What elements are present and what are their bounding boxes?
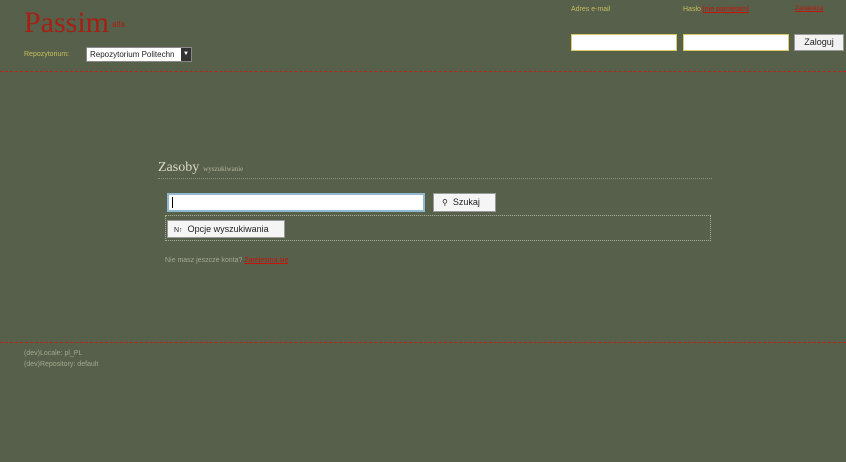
login-button[interactable]: Zaloguj bbox=[794, 34, 844, 51]
repository-label: Repozytorium: bbox=[24, 51, 70, 58]
search-options-label: Opcje wyszukiwania bbox=[187, 224, 269, 234]
text-caret bbox=[172, 197, 173, 208]
search-button[interactable]: ⚲ Szukaj bbox=[433, 193, 496, 212]
password-label: Hasło [nie pamiętam] bbox=[683, 6, 749, 13]
password-label-text: Hasło bbox=[683, 6, 701, 13]
page-title-text: Zasoby bbox=[158, 160, 200, 175]
email-field[interactable] bbox=[571, 34, 677, 51]
chevron-down-icon[interactable]: ▼ bbox=[181, 48, 191, 61]
sort-icon: N↑ bbox=[174, 227, 183, 234]
footer-locale: (dev)Locale: pl_PL bbox=[24, 350, 83, 357]
register-top-link[interactable]: Zarejestruj bbox=[795, 6, 823, 12]
no-account-message: Nie masz jeszcze konta? Zarejestruj się bbox=[165, 257, 288, 264]
forgot-password-link[interactable]: [nie pamiętam] bbox=[703, 6, 749, 13]
password-field[interactable] bbox=[683, 34, 789, 51]
logo-text: Passim bbox=[24, 6, 110, 39]
footer-divider bbox=[0, 342, 846, 343]
logo[interactable]: Passim alfa bbox=[24, 8, 125, 38]
page-title: Zasoby wyszukiwanie bbox=[158, 160, 243, 176]
page-subtitle: wyszukiwanie bbox=[203, 165, 244, 173]
header-divider bbox=[0, 71, 846, 72]
logo-badge: alfa bbox=[112, 20, 125, 29]
search-input[interactable] bbox=[167, 193, 425, 212]
register-link[interactable]: Zarejestruj się bbox=[244, 257, 288, 264]
search-icon: ⚲ bbox=[442, 198, 448, 207]
search-button-label: Szukaj bbox=[452, 197, 480, 207]
footer-repository: (dev)Repository: default bbox=[24, 361, 99, 368]
email-label: Adres e-mail bbox=[571, 6, 611, 13]
title-divider bbox=[158, 178, 712, 179]
no-account-text: Nie masz jeszcze konta? bbox=[165, 257, 243, 264]
repository-select-value: Repozytorium Politechn bbox=[90, 50, 175, 59]
search-options-button[interactable]: N↑ Opcje wyszukiwania bbox=[167, 220, 285, 238]
repository-select[interactable]: Repozytorium Politechn ▼ bbox=[86, 47, 192, 62]
